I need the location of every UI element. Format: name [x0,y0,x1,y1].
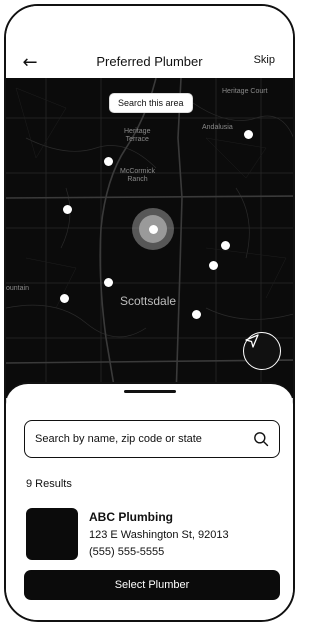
map-label-heritage-line2: Terrace [125,136,149,143]
map-label-andalusia: Andalusia [202,124,233,131]
map-label-mccormick-line1: McCormick [120,168,155,175]
map-label-heritage-line1: Heritage [124,128,151,135]
map-label-heritage-terrace: Heritage Terrace [124,128,150,144]
map-pin[interactable] [104,278,113,287]
map-label-heritage-court: Heritage Court [222,88,268,95]
search-this-area-button[interactable]: Search this area [110,94,192,112]
bottom-sheet: 9 Results ABC Plumbing 123 E Washington … [6,382,293,620]
select-plumber-button[interactable]: Select Plumber [24,570,280,600]
header: ← Preferred Plumber Skip [6,6,293,78]
map-pin[interactable] [63,205,72,214]
plumber-thumbnail [26,508,78,560]
map[interactable]: Heritage Court Andalusia Heritage Terrac… [6,78,293,398]
map-pin[interactable] [244,130,253,139]
map-pin-selected[interactable] [132,208,174,250]
map-pin[interactable] [192,310,201,319]
map-pin[interactable] [221,241,230,250]
map-pin[interactable] [60,294,69,303]
plumber-name: ABC Plumbing [89,510,173,524]
map-label-mccormick-ranch: McCormick Ranch [120,168,155,184]
map-pin[interactable] [104,157,113,166]
plumber-phone: (555) 555-5555 [89,546,165,558]
map-pin-selected-dot [148,224,158,234]
map-pin-selected-ring [139,215,167,243]
navigation-arrow-icon [245,334,259,348]
plumber-address: 123 E Washington St, 92013 [89,529,229,541]
map-pin[interactable] [209,261,218,270]
map-label-mountain: ountain [6,285,29,292]
map-label-mccormick-line2: Ranch [127,176,148,183]
map-label-scottsdale: Scottsdale [120,294,177,308]
sheet-handle[interactable] [124,390,176,393]
search-input[interactable] [35,421,235,457]
search-field[interactable] [24,420,280,458]
results-count: 9 Results [26,478,72,490]
locate-button[interactable] [243,332,281,370]
page-title: Preferred Plumber [96,54,203,69]
search-icon[interactable] [253,431,269,447]
skip-button[interactable]: Skip [254,54,275,66]
phone-frame: ← Preferred Plumber Skip Heritage Court … [4,4,295,622]
